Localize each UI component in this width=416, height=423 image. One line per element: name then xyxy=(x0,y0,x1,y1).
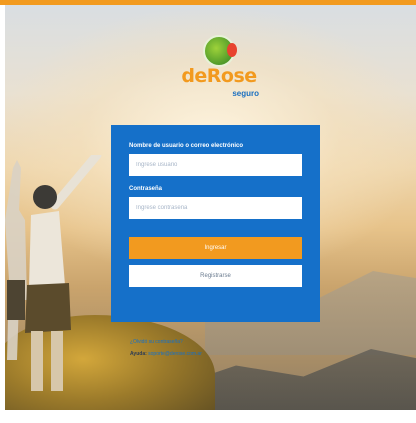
username-input[interactable] xyxy=(129,154,302,176)
footer-links: ¿Olvidó su contraseña? Ayuda: soporte@de… xyxy=(130,336,300,360)
brand-suffix: seguro xyxy=(232,89,259,98)
adult-figure xyxy=(25,155,102,391)
username-label: Nombre de usuario o correo electrónico xyxy=(129,143,244,149)
password-label: Contraseña xyxy=(129,186,163,192)
forgot-password-row: ¿Olvidó su contraseña? xyxy=(130,336,300,348)
login-button[interactable]: Ingresar xyxy=(129,237,302,259)
brand-emblem-icon xyxy=(203,35,237,67)
help-label: Ayuda: xyxy=(130,351,147,357)
brand-name: deRose xyxy=(181,65,257,87)
help-email-link[interactable]: soporte@derose.com.ar xyxy=(148,351,202,357)
forgot-password-link[interactable]: ¿Olvidó su contraseña? xyxy=(130,339,183,345)
password-input[interactable] xyxy=(129,197,302,219)
help-row: Ayuda: soporte@derose.com.ar xyxy=(130,348,300,360)
brand-logo: deRose seguro xyxy=(173,35,265,103)
register-button[interactable]: Registrarse xyxy=(129,265,302,287)
login-form: Nombre de usuario o correo electrónico C… xyxy=(111,125,320,322)
